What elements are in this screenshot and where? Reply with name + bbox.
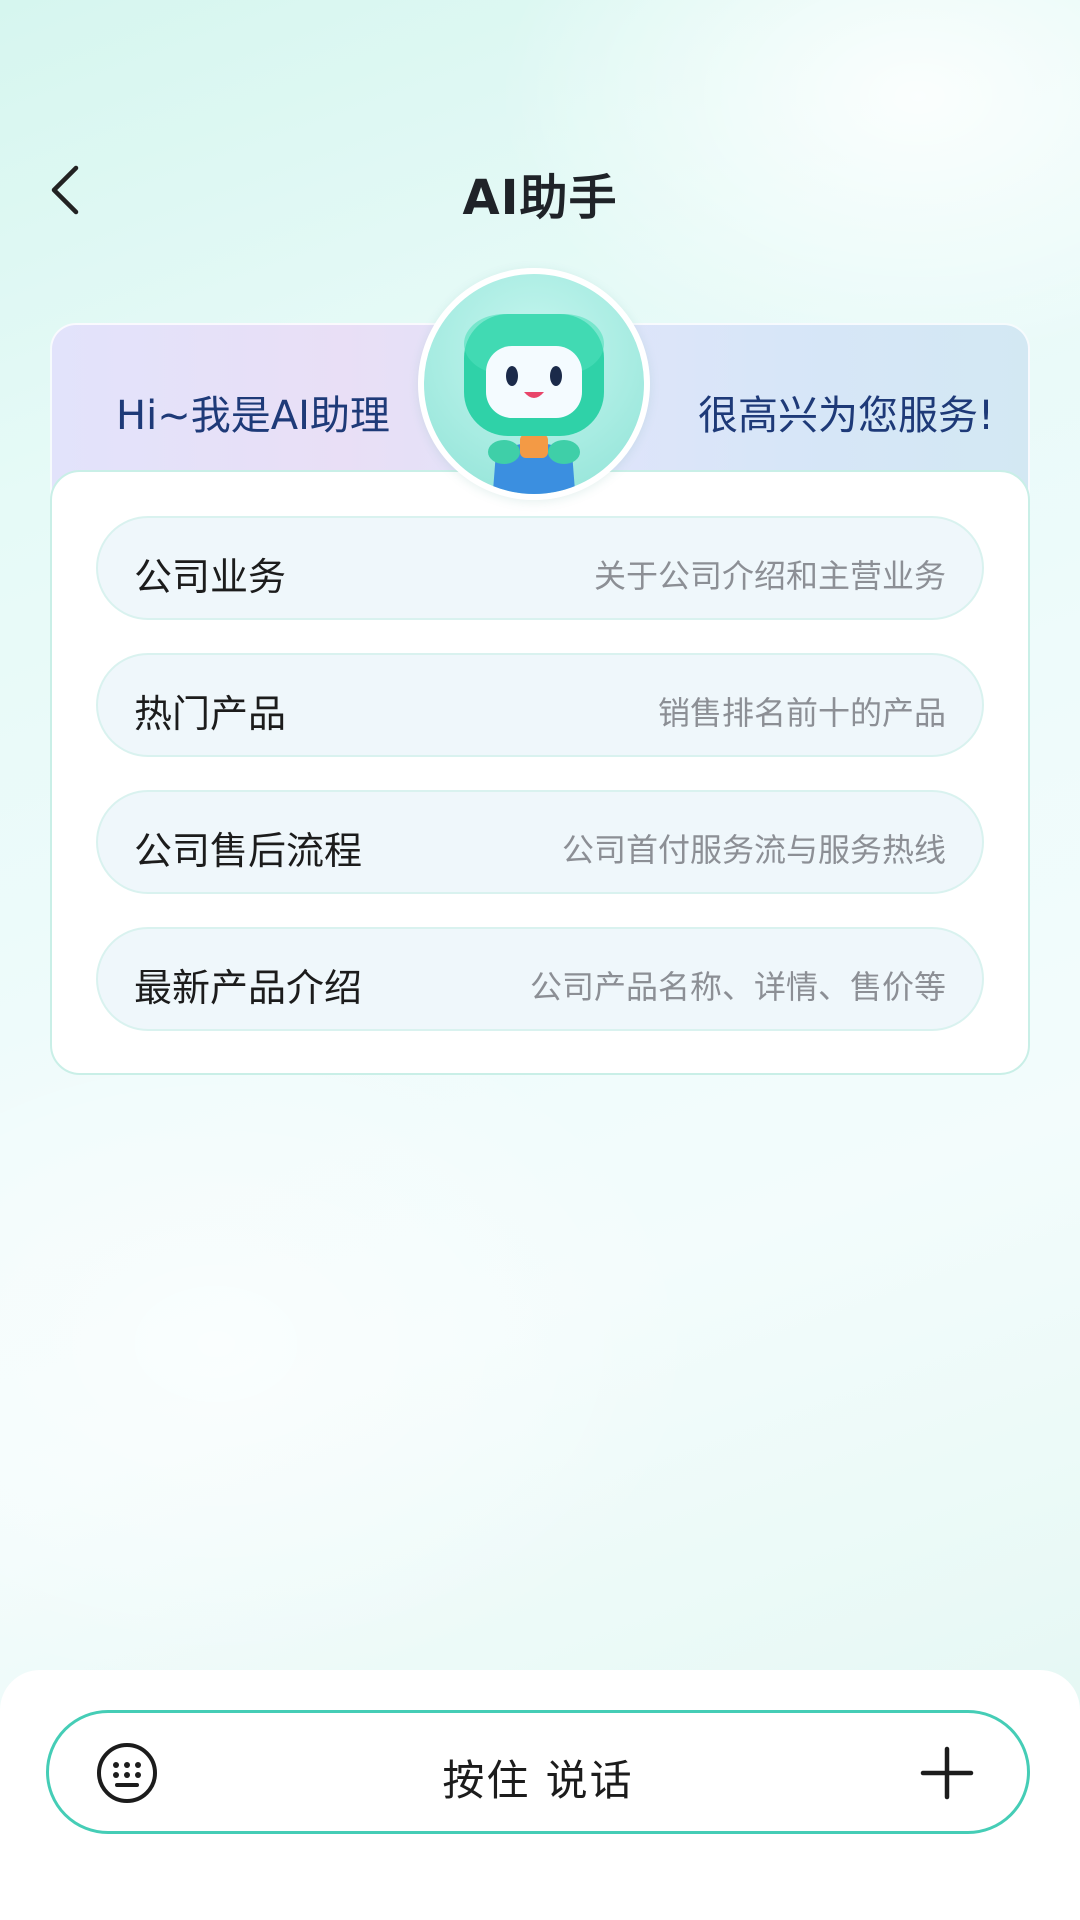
hold-to-talk-button[interactable]: 按住 说话 <box>46 1710 1030 1834</box>
menu-item-title: 公司业务 <box>134 555 287 599</box>
bottom-input-panel: 按住 说话 <box>0 1670 1080 1920</box>
quick-menu-card: 公司业务 关于公司介绍和主营业务 热门产品 销售排名前十的产品 公司售后流程 公… <box>50 470 1030 1075</box>
menu-item-after-sales[interactable]: 公司售后流程 公司首付服务流与服务热线 <box>96 790 984 894</box>
page-title: AI助手 <box>462 170 618 226</box>
hold-to-talk-label: 按住 说话 <box>442 1756 634 1805</box>
menu-item-title: 最新产品介绍 <box>134 966 363 1010</box>
menu-item-desc: 关于公司介绍和主营业务 <box>593 557 946 595</box>
menu-item-desc: 公司产品名称、详情、售价等 <box>529 968 946 1006</box>
menu-item-title: 热门产品 <box>134 692 287 736</box>
robot-mascot-graphic <box>464 314 604 494</box>
robot-mascot-icon <box>418 268 650 500</box>
menu-item-title: 公司售后流程 <box>134 829 363 873</box>
header-bar: AI助手 <box>0 140 1080 240</box>
menu-item-new-products[interactable]: 最新产品介绍 公司产品名称、详情、售价等 <box>96 927 984 1031</box>
menu-item-desc: 公司首付服务流与服务热线 <box>561 831 946 869</box>
menu-item-hot-products[interactable]: 热门产品 销售排名前十的产品 <box>96 653 984 757</box>
menu-item-desc: 销售排名前十的产品 <box>657 694 946 732</box>
plus-icon <box>920 1746 974 1800</box>
more-options-button[interactable] <box>917 1743 977 1803</box>
greeting-left-text: Hi~我是AI助理 <box>116 393 390 439</box>
menu-item-company-business[interactable]: 公司业务 关于公司介绍和主营业务 <box>96 516 984 620</box>
greeting-right-text: 很高兴为您服务! <box>697 393 994 439</box>
